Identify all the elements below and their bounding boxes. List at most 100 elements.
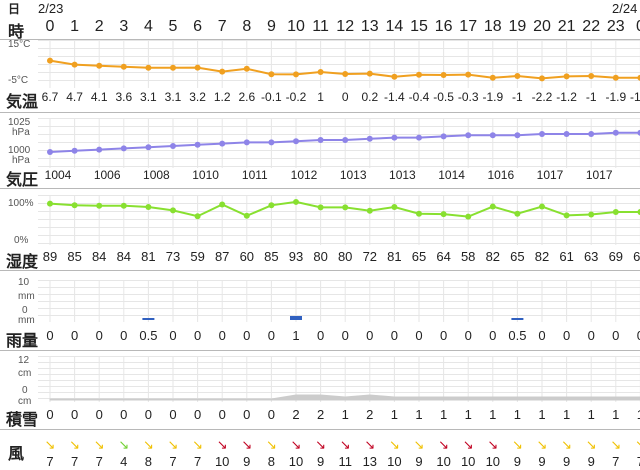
snow-value: 1 xyxy=(464,407,472,422)
snow-value: 1 xyxy=(538,407,546,422)
humidity-point xyxy=(563,212,570,219)
wind-arrow-icon: ↘ xyxy=(315,437,327,452)
pressure-value: 1004 xyxy=(44,168,72,182)
temperature-value: 2.6 xyxy=(238,90,256,104)
humidity-point xyxy=(416,210,422,217)
snow-value: 0 xyxy=(193,407,202,422)
humidity-value: 84 xyxy=(116,249,132,264)
snow-value: 1 xyxy=(587,407,595,422)
pressure-value: 1006 xyxy=(93,168,121,182)
humidity-value: 82 xyxy=(534,249,550,264)
wind-arrow-icon: ↘ xyxy=(216,437,228,452)
pressure-point xyxy=(588,131,595,137)
rain-value: 0 xyxy=(46,328,54,343)
temperature-chart xyxy=(38,40,640,88)
temperature-point xyxy=(96,62,103,69)
humidity-point xyxy=(71,202,78,209)
hour-value: 8 xyxy=(242,18,252,35)
temperature-value: -1 xyxy=(512,90,523,104)
hour-value: 2 xyxy=(94,18,104,35)
humidity-value: 69 xyxy=(633,249,640,264)
snow-value: 0 xyxy=(267,407,276,422)
hour-value: 0 xyxy=(45,18,55,35)
pressure-value: 1011 xyxy=(241,168,268,182)
temperature-point xyxy=(612,74,619,81)
rain-value: 0 xyxy=(70,328,79,343)
temperature-point xyxy=(342,71,349,77)
snow-value: 0 xyxy=(46,407,54,422)
hour-value: 6 xyxy=(193,18,203,35)
pressure-chart xyxy=(38,118,640,168)
rain-bar xyxy=(290,316,302,320)
rain-value: 0 xyxy=(366,328,374,343)
pressure-value: 1013 xyxy=(339,168,367,182)
temperature-point xyxy=(366,70,373,77)
temperature-point xyxy=(71,61,78,68)
humidity-point xyxy=(465,213,472,220)
hour-value: 18 xyxy=(483,18,502,35)
humidity-value: 84 xyxy=(91,249,107,264)
hour-value: 11 xyxy=(312,18,329,35)
wind-arrow-icon: ↘ xyxy=(487,437,499,452)
hour-value: 0 xyxy=(636,18,640,36)
snow-value: 1 xyxy=(390,407,399,422)
rain-value: 0 xyxy=(316,328,325,343)
rain-value: 0 xyxy=(415,328,423,343)
wind-value: 7 xyxy=(95,454,103,469)
humidity-point xyxy=(539,203,545,210)
pressure-point xyxy=(489,132,496,139)
wind-arrow-icon: ↘ xyxy=(610,437,622,452)
pressure-point xyxy=(219,140,226,147)
temperature-value: -1.9 xyxy=(630,90,640,104)
temperature-point xyxy=(440,72,447,78)
humidity-point xyxy=(391,203,398,210)
humidity-point xyxy=(268,202,275,209)
hour-value: 17 xyxy=(459,18,478,35)
rain-chart xyxy=(38,280,640,322)
humidity-value: 58 xyxy=(460,249,476,264)
humidity-point xyxy=(219,201,226,208)
wind-value: 7 xyxy=(193,454,202,469)
wind-arrow-icon: ↘ xyxy=(167,437,179,452)
pressure-point xyxy=(391,134,398,141)
temperature-value: -0.2 xyxy=(285,90,307,104)
temperature-point xyxy=(317,69,324,75)
temperature-value: 1.2 xyxy=(213,90,231,104)
snow-value: 1 xyxy=(415,407,423,422)
humidity-value: 81 xyxy=(387,249,402,264)
snow-value: 2 xyxy=(316,407,325,422)
temperature-value: 3.2 xyxy=(189,90,206,104)
temperature-value: -1.9 xyxy=(482,90,504,104)
pressure-point xyxy=(71,147,78,154)
humidity-value: 64 xyxy=(436,249,451,264)
wind-value: 7 xyxy=(46,454,54,469)
wind-arrow-icon: ↘ xyxy=(561,437,573,452)
hour-value: 23 xyxy=(606,18,625,35)
temperature-value: 4.7 xyxy=(66,90,83,104)
snow-value: 0 xyxy=(243,407,251,422)
humidity-value: 93 xyxy=(288,249,304,264)
wind-value: 9 xyxy=(513,454,522,469)
snow-value: 1 xyxy=(612,407,620,422)
wind-arrow-icon: ↘ xyxy=(93,437,105,452)
temperature-point xyxy=(465,71,472,78)
rain-value: 0 xyxy=(243,328,251,343)
humidity-value: 65 xyxy=(510,249,525,264)
humidity-chart xyxy=(38,195,640,245)
wind-arrow-icon: ↘ xyxy=(438,437,450,452)
wind-arrow-icon: ↘ xyxy=(69,437,81,452)
rain-value: 0 xyxy=(587,328,595,343)
separator xyxy=(0,429,640,430)
pressure-point xyxy=(563,131,570,137)
wind-value: 4 xyxy=(120,454,128,469)
wind-arrow-icon: ↘ xyxy=(462,437,474,452)
wind-value: 9 xyxy=(243,454,251,469)
rain-value: 0 xyxy=(267,328,276,343)
humidity-value: 63 xyxy=(583,249,599,264)
pressure-point xyxy=(416,134,422,141)
pressure-value: 1014 xyxy=(438,168,465,182)
pressure-value: 1010 xyxy=(192,168,219,182)
rain-value: 0.5 xyxy=(139,328,158,343)
humidity-point xyxy=(96,202,103,209)
separator xyxy=(0,350,640,351)
